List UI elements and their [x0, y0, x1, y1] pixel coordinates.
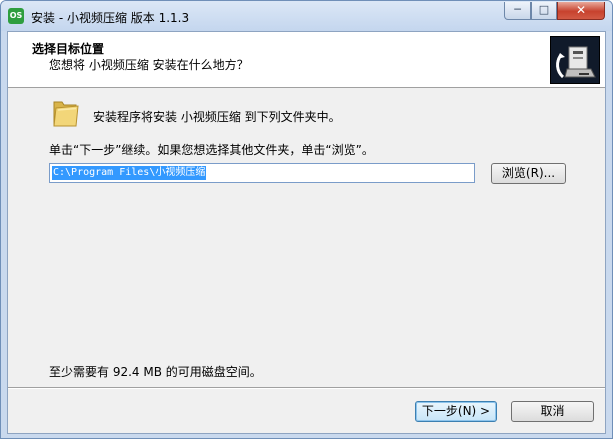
page-subtitle: 您想将 小视频压缩 安装在什么地方？	[49, 58, 249, 72]
install-description: 安装程序将安装 小视频压缩 到下列文件夹中。	[93, 110, 341, 124]
installer-logo-icon	[550, 36, 600, 84]
cancel-button[interactable]: 取消	[511, 401, 594, 422]
dialog-client-area: 选择目标位置 您想将 小视频压缩 安装在什么地方？ 安装程序将安装 小视频压缩 …	[7, 31, 606, 434]
install-path-value: C:\Program Files\小视频压缩	[52, 166, 207, 180]
app-icon: OS	[8, 8, 24, 24]
instruction-text: 单击“下一步”继续。如果您想选择其他文件夹，单击“浏览”。	[49, 143, 374, 157]
title-bar[interactable]: OS 安装 - 小视频压缩 版本 1.1.3 ─ □ ✕	[1, 1, 612, 31]
page-title: 选择目标位置	[32, 42, 105, 56]
browse-button[interactable]: 浏览(R)...	[491, 163, 566, 184]
minimize-button[interactable]: ─	[504, 2, 531, 20]
installer-window: OS 安装 - 小视频压缩 版本 1.1.3 ─ □ ✕ 选择目标位置 您想将 …	[0, 0, 613, 439]
wizard-header: 选择目标位置 您想将 小视频压缩 安装在什么地方？	[8, 32, 605, 88]
close-icon: ✕	[575, 3, 587, 17]
folder-icon	[52, 98, 80, 128]
minimize-icon: ─	[514, 3, 521, 16]
window-title: 安装 - 小视频压缩 版本 1.1.3	[31, 11, 190, 25]
next-button[interactable]: 下一步(N) >	[415, 401, 497, 422]
install-path-input[interactable]: C:\Program Files\小视频压缩	[49, 163, 475, 183]
maximize-button[interactable]: □	[531, 2, 557, 20]
close-button[interactable]: ✕	[557, 2, 605, 20]
maximize-icon: □	[538, 3, 550, 16]
footer-divider	[8, 387, 605, 389]
disk-space-requirement: 至少需要有 92.4 MB 的可用磁盘空间。	[49, 365, 262, 379]
